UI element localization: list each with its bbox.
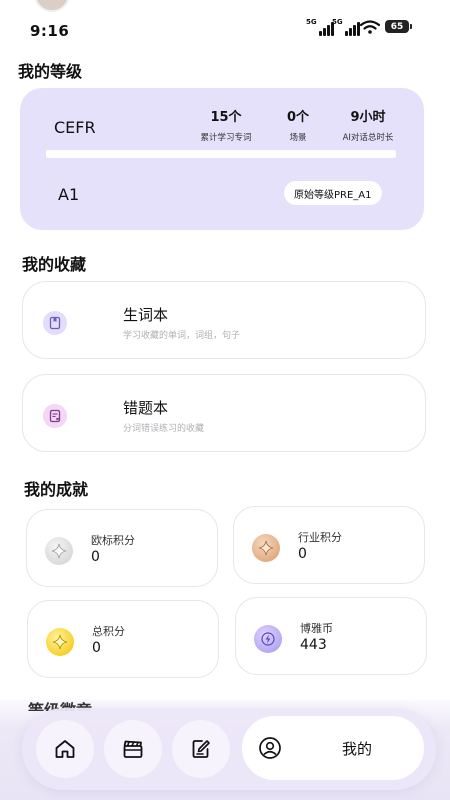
bronze-star-icon bbox=[252, 534, 280, 562]
status-bar: 9:16 5G 5G 65 bbox=[0, 0, 450, 44]
total-points-label: 总积分 bbox=[92, 625, 125, 638]
error-book-title: 错题本 bbox=[123, 399, 169, 417]
user-profile-icon bbox=[259, 737, 281, 759]
bookmark-book-icon bbox=[43, 311, 67, 335]
vocabulary-book-subtitle: 学习收藏的单词，词组，句子 bbox=[123, 331, 241, 341]
cellular-signal-icon: 5G bbox=[306, 18, 334, 36]
cefr-points-value: 0 bbox=[91, 549, 100, 565]
nav-scenes-button[interactable] bbox=[104, 720, 162, 778]
nav-home-button[interactable] bbox=[36, 720, 94, 778]
error-book-subtitle: 分词错误练习的收藏 bbox=[123, 424, 205, 434]
current-level: A1 bbox=[58, 185, 80, 204]
total-points-card[interactable]: 总积分 0 bbox=[27, 600, 219, 678]
stat-ai-time: 9小时 AI对话总时长 bbox=[338, 106, 398, 143]
industry-points-card[interactable]: 行业积分 0 bbox=[233, 506, 425, 584]
error-book-card[interactable]: 错题本 分词错误练习的收藏 bbox=[22, 374, 426, 452]
industry-points-label: 行业积分 bbox=[298, 531, 342, 544]
signal-tag: 5G bbox=[306, 18, 317, 26]
status-time: 9:16 bbox=[30, 22, 70, 40]
avatar bbox=[34, 0, 70, 12]
boya-coin-card[interactable]: 博雅币 443 bbox=[235, 597, 427, 675]
silver-star-icon bbox=[45, 537, 73, 565]
stat-label: 场景 bbox=[289, 133, 307, 143]
boya-coin-label: 博雅币 bbox=[300, 622, 333, 635]
stat-value: 0个 bbox=[286, 110, 310, 125]
clapperboard-icon bbox=[123, 740, 143, 758]
original-level-badge: 原始等级PRE_A1 bbox=[284, 181, 382, 205]
boya-coin-value: 443 bbox=[300, 637, 327, 653]
bottom-navigation: 我的 bbox=[22, 708, 436, 790]
industry-points-value: 0 bbox=[298, 546, 307, 562]
vocabulary-book-card[interactable]: 生词本 学习收藏的单词，词组，句子 bbox=[22, 281, 426, 359]
signal-tag: 5G bbox=[332, 18, 343, 26]
stat-label: 累计学习专词 bbox=[200, 133, 252, 143]
favorites-section-title: 我的收藏 bbox=[22, 255, 87, 274]
level-progress-bar bbox=[46, 150, 396, 158]
stat-scenes: 0个 场景 bbox=[278, 106, 318, 143]
wifi-icon bbox=[360, 20, 380, 34]
total-points-value: 0 bbox=[92, 640, 101, 656]
stat-value: 15个 bbox=[210, 110, 242, 125]
stat-words: 15个 累计学习专词 bbox=[198, 106, 254, 143]
home-icon bbox=[55, 740, 75, 758]
cellular-signal-icon: 5G bbox=[332, 18, 360, 36]
stat-label: AI对话总时长 bbox=[342, 133, 394, 143]
level-card[interactable]: CEFR 15个 累计学习专词 0个 场景 9小时 AI对话总时长 A1 原始等… bbox=[20, 88, 424, 230]
cefr-points-label: 欧标积分 bbox=[91, 534, 135, 547]
edit-note-icon bbox=[192, 740, 210, 758]
gold-star-icon bbox=[46, 628, 74, 656]
cefr-label: CEFR bbox=[54, 118, 96, 137]
nav-practice-button[interactable] bbox=[172, 720, 230, 778]
vocabulary-book-title: 生词本 bbox=[123, 306, 169, 324]
coin-bolt-icon bbox=[254, 625, 282, 653]
nav-profile-button[interactable]: 我的 bbox=[242, 716, 424, 780]
error-notebook-icon bbox=[43, 404, 67, 428]
cefr-points-card[interactable]: 欧标积分 0 bbox=[26, 509, 218, 587]
level-section-title: 我的等级 bbox=[18, 62, 83, 81]
battery-icon: 65 bbox=[385, 20, 412, 33]
achievements-section-title: 我的成就 bbox=[24, 480, 89, 499]
stat-value: 9小时 bbox=[350, 110, 386, 125]
nav-profile-label: 我的 bbox=[342, 740, 373, 758]
